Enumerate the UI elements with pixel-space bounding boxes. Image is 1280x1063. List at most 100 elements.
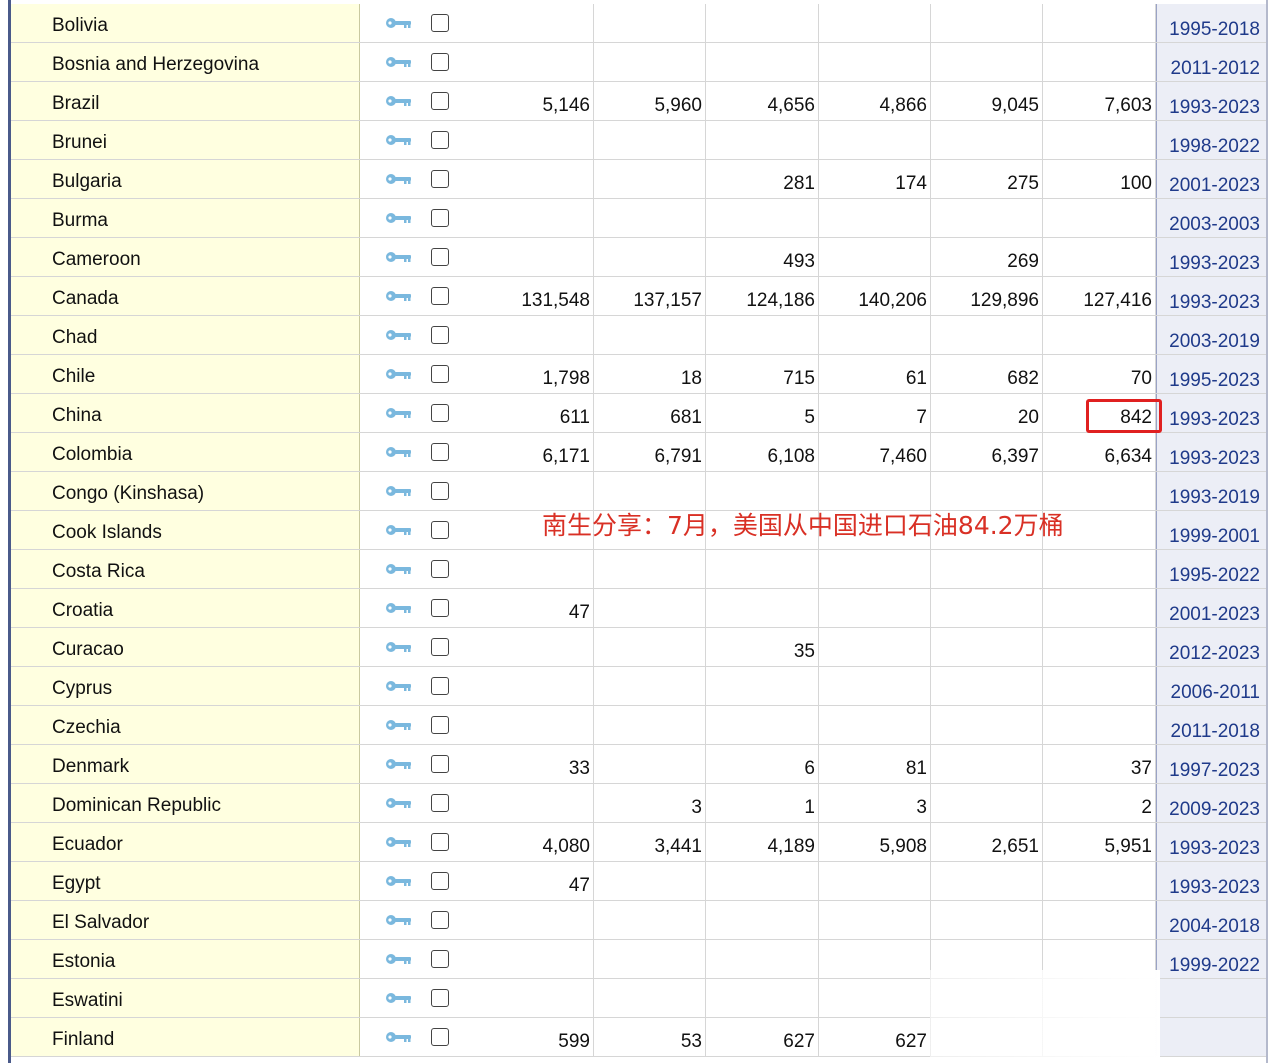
years-link[interactable]: 1993-2023 bbox=[1169, 97, 1260, 119]
key-icon[interactable] bbox=[385, 16, 413, 30]
row-checkbox[interactable] bbox=[431, 989, 449, 1007]
row-checkbox[interactable] bbox=[431, 794, 449, 812]
key-icon[interactable] bbox=[385, 445, 413, 459]
value-cell bbox=[707, 43, 819, 81]
row-checkbox[interactable] bbox=[431, 599, 449, 617]
key-icon[interactable] bbox=[385, 406, 413, 420]
years-link[interactable]: 1993-2023 bbox=[1169, 838, 1260, 860]
key-icon[interactable] bbox=[385, 484, 413, 498]
key-icon[interactable] bbox=[385, 211, 413, 225]
key-icon[interactable] bbox=[385, 328, 413, 342]
key-icon[interactable] bbox=[385, 874, 413, 888]
key-icon[interactable] bbox=[385, 679, 413, 693]
row-checkbox[interactable] bbox=[431, 716, 449, 734]
row-checkbox[interactable] bbox=[431, 92, 449, 110]
value-cell bbox=[819, 199, 931, 237]
row-checkbox[interactable] bbox=[431, 833, 449, 851]
key-icon[interactable] bbox=[385, 172, 413, 186]
key-icon[interactable] bbox=[385, 913, 413, 927]
key-icon[interactable] bbox=[385, 757, 413, 771]
years-link[interactable]: 1993-2023 bbox=[1169, 253, 1260, 275]
country-name: Croatia bbox=[52, 600, 114, 621]
key-icon[interactable] bbox=[385, 562, 413, 576]
row-checkbox[interactable] bbox=[431, 872, 449, 890]
years-link[interactable]: 1993-2023 bbox=[1169, 409, 1260, 431]
years-link[interactable]: 2001-2023 bbox=[1169, 175, 1260, 197]
years-link[interactable]: 2009-2023 bbox=[1169, 799, 1260, 821]
key-icon[interactable] bbox=[385, 250, 413, 264]
key-icon[interactable] bbox=[385, 133, 413, 147]
row-checkbox[interactable] bbox=[431, 365, 449, 383]
table-row: Canada 131,548 137,157 124,186 140,206 129,89… bbox=[10, 277, 1266, 316]
key-icon[interactable] bbox=[385, 718, 413, 732]
row-checkbox[interactable] bbox=[431, 287, 449, 305]
years-link[interactable]: 2003-2019 bbox=[1169, 331, 1260, 353]
years-cell bbox=[1156, 1018, 1266, 1056]
key-icon[interactable] bbox=[385, 640, 413, 654]
years-link[interactable]: 1995-2022 bbox=[1169, 565, 1260, 587]
years-link[interactable]: 2006-2011 bbox=[1171, 682, 1260, 704]
row-checkbox[interactable] bbox=[431, 248, 449, 266]
key-icon[interactable] bbox=[385, 367, 413, 381]
key-icon[interactable] bbox=[385, 796, 413, 810]
years-link[interactable]: 1995-2018 bbox=[1169, 19, 1260, 41]
years-link[interactable]: 1999-2001 bbox=[1169, 526, 1260, 548]
value-text: 61 bbox=[905, 368, 927, 389]
row-checkbox[interactable] bbox=[431, 482, 449, 500]
row-checkbox[interactable] bbox=[431, 638, 449, 656]
key-icon[interactable] bbox=[385, 991, 413, 1005]
row-checkbox[interactable] bbox=[431, 521, 449, 539]
row-checkbox[interactable] bbox=[431, 209, 449, 227]
value-cell bbox=[594, 901, 706, 939]
key-icon[interactable] bbox=[385, 601, 413, 615]
row-checkbox[interactable] bbox=[431, 950, 449, 968]
years-link[interactable]: 2011-2018 bbox=[1171, 721, 1260, 743]
value-cell bbox=[482, 628, 594, 666]
value-cell bbox=[931, 745, 1043, 783]
years-link[interactable]: 2004-2018 bbox=[1169, 916, 1260, 938]
row-checkbox[interactable] bbox=[431, 443, 449, 461]
key-icon[interactable] bbox=[385, 523, 413, 537]
row-checkbox[interactable] bbox=[431, 404, 449, 422]
row-checkbox[interactable] bbox=[431, 131, 449, 149]
key-icon[interactable] bbox=[385, 1030, 413, 1044]
row-checkbox[interactable] bbox=[431, 326, 449, 344]
value-cell bbox=[931, 706, 1043, 744]
row-checkbox[interactable] bbox=[431, 53, 449, 71]
value-text: 174 bbox=[895, 173, 927, 194]
value-cell bbox=[594, 121, 706, 159]
key-icon[interactable] bbox=[385, 835, 413, 849]
years-link[interactable]: 2003-2003 bbox=[1169, 214, 1260, 236]
country-cell: Cook Islands bbox=[10, 511, 360, 549]
country-name: Eswatini bbox=[52, 990, 123, 1011]
key-icon[interactable] bbox=[385, 952, 413, 966]
years-link[interactable]: 1997-2023 bbox=[1169, 760, 1260, 782]
years-link[interactable]: 1998-2022 bbox=[1169, 136, 1260, 158]
value-cell bbox=[931, 589, 1043, 627]
value-cell: 5,960 bbox=[594, 82, 706, 120]
years-link[interactable]: 1993-2023 bbox=[1169, 877, 1260, 899]
years-link[interactable]: 1993-2023 bbox=[1169, 292, 1260, 314]
value-text: 6,171 bbox=[542, 446, 590, 467]
years-link[interactable]: 1999-2022 bbox=[1169, 955, 1260, 977]
key-icon[interactable] bbox=[385, 55, 413, 69]
years-link[interactable]: 2011-2012 bbox=[1171, 58, 1260, 80]
row-checkbox[interactable] bbox=[431, 14, 449, 32]
years-link[interactable]: 1993-2023 bbox=[1169, 448, 1260, 470]
years-cell: 1993-2023 bbox=[1156, 823, 1266, 861]
years-cell: 1993-2023 bbox=[1156, 238, 1266, 276]
row-checkbox[interactable] bbox=[431, 911, 449, 929]
years-link[interactable]: 1993-2019 bbox=[1169, 487, 1260, 509]
years-link[interactable]: 1995-2023 bbox=[1169, 370, 1260, 392]
value-cell bbox=[819, 238, 931, 276]
row-checkbox[interactable] bbox=[431, 560, 449, 578]
key-icon[interactable] bbox=[385, 289, 413, 303]
years-link[interactable]: 2001-2023 bbox=[1169, 604, 1260, 626]
row-checkbox[interactable] bbox=[431, 677, 449, 695]
row-checkbox[interactable] bbox=[431, 755, 449, 773]
country-name: Denmark bbox=[52, 756, 130, 777]
row-checkbox[interactable] bbox=[431, 170, 449, 188]
years-link[interactable]: 2012-2023 bbox=[1169, 643, 1260, 665]
row-checkbox[interactable] bbox=[431, 1028, 449, 1046]
key-icon[interactable] bbox=[385, 94, 413, 108]
